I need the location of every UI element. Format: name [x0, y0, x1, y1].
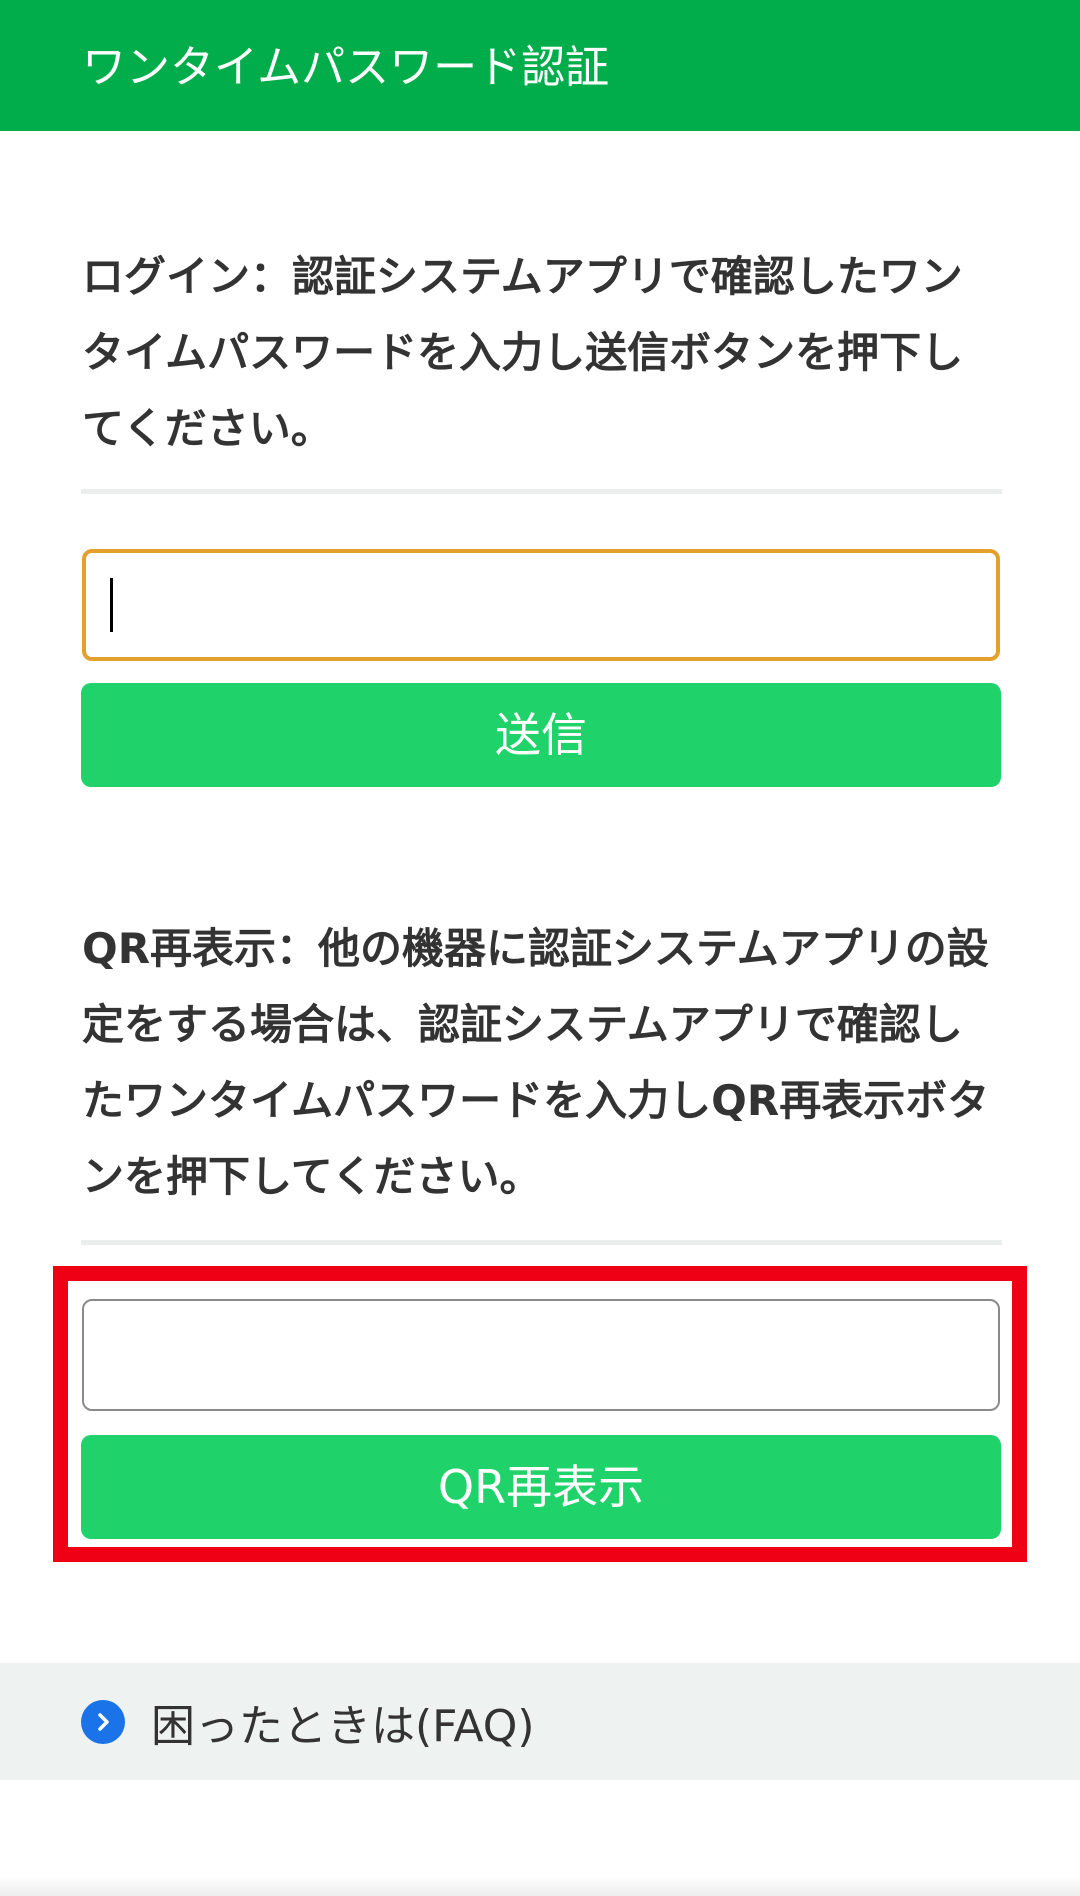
app-header: ワンタイムパスワード認証 [0, 0, 1080, 131]
qr-redisplay-button[interactable]: QR再表示 [81, 1435, 1001, 1539]
one-time-password-input[interactable] [82, 549, 1000, 661]
divider [81, 489, 1002, 494]
page: ワンタイムパスワード認証 ログイン：認証システムアプリで確認したワンタイムパスワ… [0, 0, 1080, 1896]
faq-bar: 困ったときは(FAQ) [0, 1663, 1080, 1780]
submit-button[interactable]: 送信 [81, 683, 1001, 787]
page-title: ワンタイムパスワード認証 [82, 42, 610, 93]
bottom-edge [0, 1876, 1080, 1896]
faq-label: 困ったときは(FAQ) [151, 1700, 535, 1752]
qr-one-time-password-input[interactable] [82, 1299, 1000, 1411]
divider [81, 1240, 1002, 1245]
login-instruction: ログイン：認証システムアプリで確認したワンタイムパスワードを入力し送信ボタンを押… [82, 252, 964, 453]
qr-instruction: QR再表示：他の機器に認証システムアプリの設定をする場合は、認証システムアプリで… [82, 924, 990, 1201]
text-caret [110, 578, 113, 632]
faq-link[interactable]: 困ったときは(FAQ) [81, 1663, 535, 1780]
chevron-right-circle-icon [81, 1699, 125, 1744]
